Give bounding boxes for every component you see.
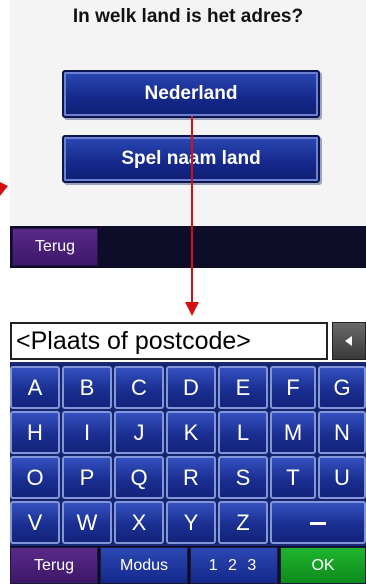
key-b[interactable]: B	[62, 366, 112, 409]
key-r[interactable]: R	[166, 456, 216, 499]
mode-button[interactable]: Modus	[100, 547, 188, 584]
city-postcode-input[interactable]: <Plaats of postcode>	[10, 322, 328, 360]
key-u[interactable]: U	[318, 456, 366, 499]
key-l[interactable]: L	[218, 411, 268, 454]
keyboard-bottom-bar: Terug Modus 1 2 3 OK	[10, 546, 366, 584]
key-v[interactable]: V	[10, 501, 60, 544]
space-bar-icon	[310, 521, 326, 525]
key-q[interactable]: Q	[114, 456, 164, 499]
arrow-left-edge-icon	[0, 182, 8, 196]
key-o[interactable]: O	[10, 456, 60, 499]
key-e[interactable]: E	[218, 366, 268, 409]
country-select-screen: In welk land is het adres? Nederland Spe…	[10, 0, 366, 268]
key-d[interactable]: D	[166, 366, 216, 409]
key-w[interactable]: W	[62, 501, 112, 544]
key-s[interactable]: S	[218, 456, 268, 499]
key-p[interactable]: P	[62, 456, 112, 499]
key-f[interactable]: F	[270, 366, 316, 409]
keyboard-screen: <Plaats of postcode> A B C D E F G H I J…	[10, 320, 366, 584]
key-g[interactable]: G	[318, 366, 366, 409]
key-a[interactable]: A	[10, 366, 60, 409]
key-y[interactable]: Y	[166, 501, 216, 544]
space-key[interactable]	[270, 501, 366, 544]
bottom-bar: Terug	[10, 226, 366, 268]
key-z[interactable]: Z	[218, 501, 268, 544]
key-k[interactable]: K	[166, 411, 216, 454]
spell-country-button[interactable]: Spel naam land	[62, 135, 320, 183]
keyboard-keys: A B C D E F G H I J K L M N O P Q R S T …	[10, 364, 366, 544]
key-t[interactable]: T	[270, 456, 316, 499]
backspace-button[interactable]	[332, 322, 366, 360]
back-button[interactable]: Terug	[10, 547, 98, 584]
triangle-left-icon	[345, 336, 352, 346]
key-x[interactable]: X	[114, 501, 164, 544]
back-button[interactable]: Terug	[12, 228, 98, 266]
key-i[interactable]: I	[62, 411, 112, 454]
numeric-button[interactable]: 1 2 3	[190, 547, 278, 584]
country-nederland-button[interactable]: Nederland	[62, 70, 320, 118]
input-row: <Plaats of postcode>	[10, 320, 366, 362]
ok-button[interactable]: OK	[280, 547, 366, 584]
key-h[interactable]: H	[10, 411, 60, 454]
key-m[interactable]: M	[270, 411, 316, 454]
key-j[interactable]: J	[114, 411, 164, 454]
key-c[interactable]: C	[114, 366, 164, 409]
question-title: In welk land is het adres?	[72, 6, 304, 27]
key-n[interactable]: N	[318, 411, 366, 454]
